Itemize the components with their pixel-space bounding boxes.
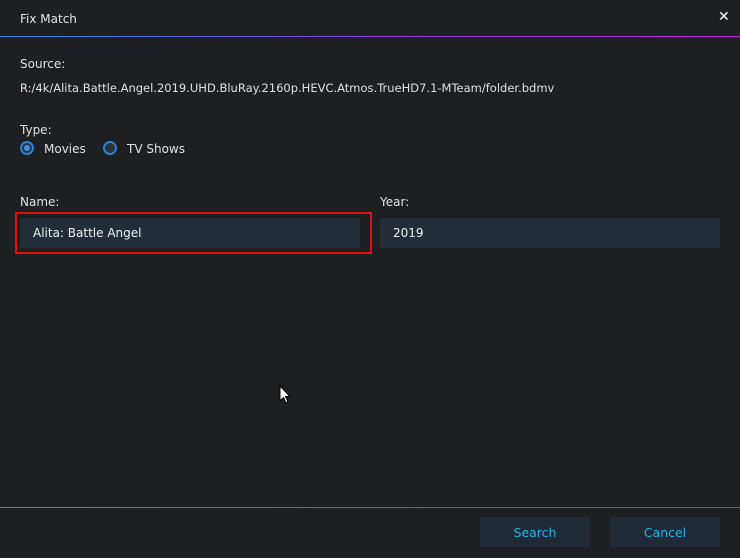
source-label: Source: (20, 57, 66, 71)
dialog-title: Fix Match (20, 12, 77, 26)
radio-movies-label[interactable]: Movies (44, 142, 86, 156)
type-label: Type: (20, 123, 52, 137)
footer-divider (0, 507, 740, 508)
year-label: Year: (380, 195, 410, 209)
source-path: R:/4k/Alita.Battle.Angel.2019.UHD.BluRay… (20, 81, 555, 95)
year-input[interactable] (380, 218, 720, 248)
search-button[interactable]: Search (480, 517, 590, 547)
radio-tv-shows-label[interactable]: TV Shows (127, 142, 185, 156)
name-input[interactable] (20, 218, 360, 248)
header-divider (0, 36, 740, 37)
close-icon[interactable]: ✕ (718, 9, 730, 25)
mouse-cursor-icon (279, 385, 291, 404)
name-label: Name: (20, 195, 60, 209)
radio-movies[interactable] (20, 141, 34, 155)
radio-tv-shows[interactable] (103, 141, 117, 155)
cancel-button[interactable]: Cancel (610, 517, 720, 547)
